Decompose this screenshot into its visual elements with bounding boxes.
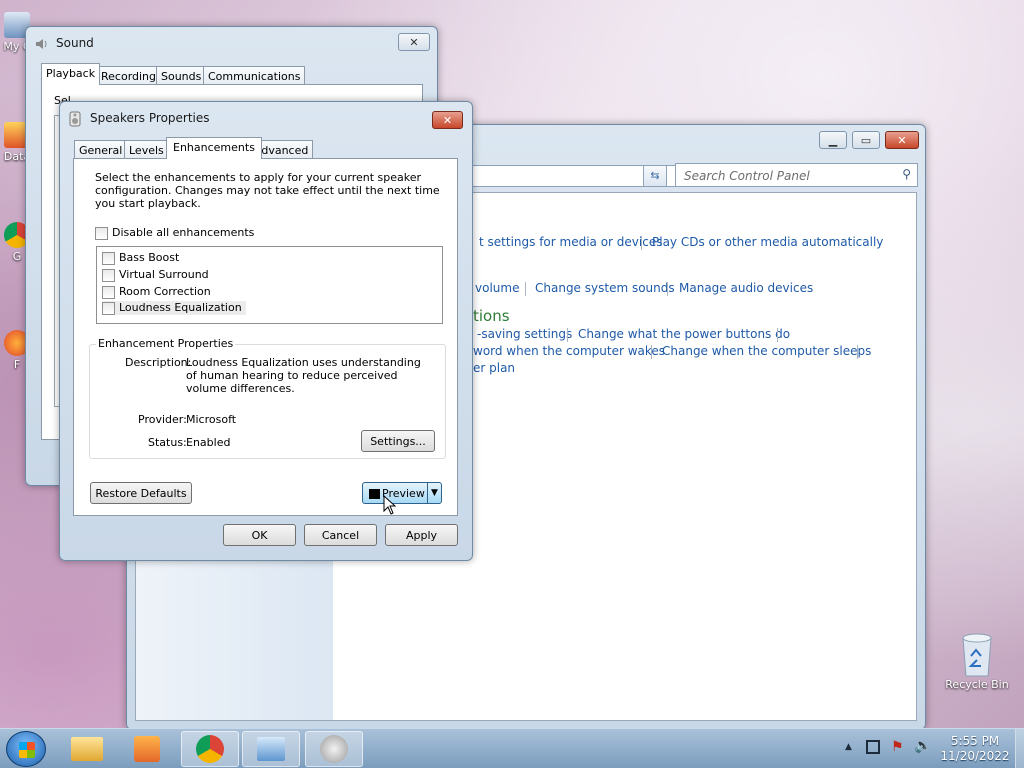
list-item-room-correction[interactable]: Room Correction: [102, 285, 211, 299]
checkbox[interactable]: [102, 251, 115, 265]
list-item-bass-boost[interactable]: Bass Boost: [102, 251, 179, 265]
checkbox[interactable]: [102, 268, 115, 282]
separator: [651, 345, 652, 359]
group-title: Enhancement Properties: [96, 337, 236, 350]
description-label: Description:: [125, 356, 192, 369]
link-manage-audio-devices[interactable]: Manage audio devices: [679, 281, 813, 295]
tab-levels[interactable]: Levels: [124, 140, 169, 159]
tab-recording[interactable]: Recording: [96, 66, 162, 85]
tab-sounds[interactable]: Sounds: [156, 66, 207, 85]
disable-all-checkbox[interactable]: Disable all enhancements: [95, 226, 254, 240]
volume-icon[interactable]: 🔈: [914, 738, 931, 754]
recycle-bin-label: Recycle Bin: [945, 678, 1009, 691]
maximize-button[interactable]: ▭: [852, 131, 880, 149]
refresh-button[interactable]: ⇆: [643, 165, 667, 187]
separator: [777, 328, 778, 342]
control-panel-icon: [257, 737, 285, 761]
close-button[interactable]: ✕: [432, 111, 463, 129]
link-change-system-sounds[interactable]: Change system sounds: [535, 281, 675, 295]
show-desktop-button[interactable]: [1015, 729, 1024, 768]
tab-playback[interactable]: Playback: [41, 63, 101, 85]
link-computer-sleeps[interactable]: Change when the computer sleeps: [662, 344, 871, 358]
speakers-properties-dialog[interactable]: Speakers Properties ✕ General Levels Enh…: [59, 101, 473, 561]
start-button[interactable]: [6, 731, 46, 767]
description-value: Loudness Equalization uses understanding…: [186, 356, 421, 395]
link-power-plan[interactable]: er plan: [473, 361, 515, 375]
taskbar-sound[interactable]: [305, 731, 363, 767]
separator: [525, 282, 526, 296]
show-hidden-icons-icon[interactable]: ▲: [845, 742, 852, 752]
minimize-button[interactable]: ▁: [819, 131, 847, 149]
provider-label: Provider:: [138, 413, 187, 426]
list-item-label: Loudness Equalization: [119, 301, 242, 314]
ok-button[interactable]: OK: [223, 524, 296, 546]
provider-value: Microsoft: [186, 413, 237, 426]
list-item-label: Bass Boost: [119, 251, 180, 264]
instructions-text: Select the enhancements to apply for you…: [95, 171, 440, 210]
link-power-buttons[interactable]: Change what the power buttons do: [578, 327, 790, 341]
preview-split-button[interactable]: Preview ▼: [362, 482, 442, 504]
clock[interactable]: 5:55 PM 11/20/2022: [938, 734, 1012, 764]
checkbox[interactable]: [102, 285, 115, 299]
list-item-virtual-surround[interactable]: Virtual Surround: [102, 268, 209, 282]
tab-enhancements[interactable]: Enhancements: [166, 137, 262, 159]
desktop-icon-recycle-bin[interactable]: Recycle Bin: [942, 630, 1012, 691]
taskbar: ▲ ⚑ 🔈 5:55 PM 11/20/2022: [0, 728, 1024, 768]
taskbar-media-player[interactable]: [118, 731, 176, 767]
link-power-saving[interactable]: -saving settings: [477, 327, 572, 341]
link-autoplay-settings[interactable]: t settings for media or devices: [479, 235, 662, 249]
separator: [667, 282, 668, 296]
tab-communications[interactable]: Communications: [203, 66, 306, 85]
separator: [567, 328, 568, 342]
link-play-cds[interactable]: Play CDs or other media automatically: [652, 235, 883, 249]
desktop-icon-label: F: [13, 358, 21, 371]
enhancements-panel: Select the enhancements to apply for you…: [73, 158, 458, 516]
chrome-icon: [196, 735, 224, 763]
search-placeholder: Search Control Panel: [684, 169, 810, 183]
action-center-icon[interactable]: ⚑: [891, 739, 904, 755]
folder-icon: [71, 737, 103, 761]
close-button[interactable]: ✕: [885, 131, 919, 149]
taskbar-control-panel[interactable]: [242, 731, 300, 767]
restore-defaults-button[interactable]: Restore Defaults: [90, 482, 192, 504]
clock-time: 5:55 PM: [950, 734, 1000, 748]
chevron-down-icon[interactable]: ▼: [427, 483, 441, 503]
close-button[interactable]: ✕: [398, 33, 430, 51]
window-title: Sound: [56, 36, 94, 50]
network-icon[interactable]: [866, 740, 880, 754]
tab-general[interactable]: General: [74, 140, 128, 159]
link-password-wake[interactable]: word when the computer wakes: [473, 344, 665, 358]
taskbar-chrome[interactable]: [181, 731, 239, 767]
enhancement-list[interactable]: Bass Boost Virtual Surround Room Correct…: [96, 246, 443, 324]
speaker-icon: [69, 111, 81, 127]
recycle-bin-icon: [962, 633, 992, 677]
checkbox[interactable]: [95, 226, 108, 240]
windows-logo-icon: [19, 742, 35, 758]
settings-button[interactable]: Settings...: [361, 430, 435, 452]
status-label: Status:: [148, 436, 187, 449]
stop-icon: [369, 489, 380, 499]
cancel-button[interactable]: Cancel: [304, 524, 377, 546]
desktop-icon-label: G: [12, 250, 22, 263]
disable-all-label: Disable all enhancements: [112, 226, 255, 239]
section-heading-power[interactable]: tions: [473, 307, 510, 325]
separator: [641, 236, 642, 250]
checkbox[interactable]: [102, 301, 115, 315]
status-value: Enabled: [186, 436, 231, 449]
taskbar-explorer[interactable]: [58, 731, 116, 767]
list-item-label: Room Correction: [119, 285, 211, 298]
link-volume[interactable]: volume: [475, 281, 519, 295]
list-item-loudness-equalization[interactable]: Loudness Equalization: [102, 301, 246, 315]
search-icon[interactable]: ⚲: [902, 167, 911, 181]
mouse-cursor-icon: [383, 495, 397, 515]
list-item-label: Virtual Surround: [119, 268, 209, 281]
search-input[interactable]: Search Control Panel ⚲: [675, 163, 918, 187]
media-player-icon: [134, 736, 160, 762]
separator: [857, 345, 858, 359]
apply-button[interactable]: Apply: [385, 524, 458, 546]
clock-date: 11/20/2022: [940, 749, 1010, 763]
dialog-title: Speakers Properties: [90, 111, 210, 125]
speaker-icon: [36, 39, 47, 49]
speaker-icon: [320, 735, 348, 763]
